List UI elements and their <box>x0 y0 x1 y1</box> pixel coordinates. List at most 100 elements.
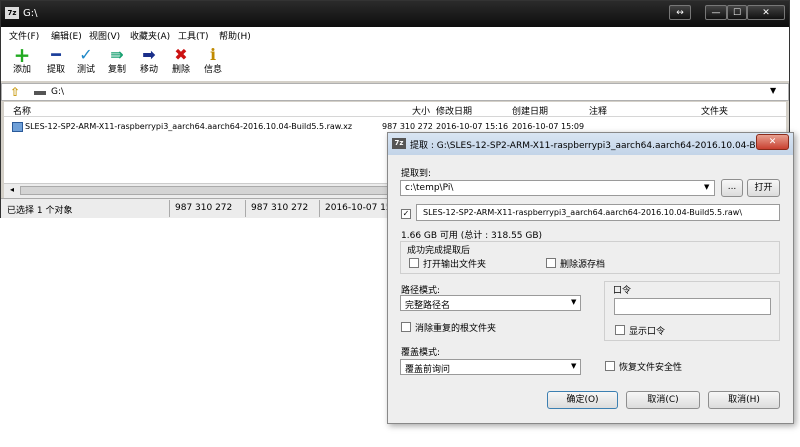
delete-source-checkbox[interactable] <box>546 258 556 268</box>
password-field[interactable] <box>614 298 771 315</box>
dialog-close-button[interactable]: ✕ <box>756 134 789 150</box>
drive-icon <box>34 91 46 95</box>
file-modified: 2016-10-07 15:16 <box>436 122 509 131</box>
up-folder-icon[interactable]: ⇧ <box>10 85 20 99</box>
minimize-button[interactable]: — <box>705 5 727 20</box>
status-selection: 已选择 1 个对象 <box>7 206 73 216</box>
open-output-checkbox[interactable] <box>409 258 419 268</box>
eliminate-dup-label: 消除重复的根文件夹 <box>415 324 497 334</box>
extract-icon: ━ <box>51 45 61 64</box>
menu-tools[interactable]: 工具(T) <box>178 29 209 42</box>
file-size: 987 310 272 <box>382 122 433 131</box>
scroll-thumb[interactable] <box>20 186 388 195</box>
column-created[interactable]: 创建日期 <box>512 104 548 117</box>
test-icon: ✓ <box>79 45 93 64</box>
address-dropdown-icon[interactable]: ▼ <box>770 86 776 95</box>
status-packed-size: 987 310 272 <box>251 203 309 213</box>
delete-source-label: 删除源存档 <box>560 260 606 270</box>
extract-button[interactable]: ━ 提取 <box>41 45 71 76</box>
file-icon <box>12 122 23 132</box>
column-folder[interactable]: 文件夹 <box>701 104 728 117</box>
file-name: SLES-12-SP2-ARM-X11-raspberrypi3_aarch64… <box>25 122 353 131</box>
extract-dialog: 7z 提取 : G:\SLES-12-SP2-ARM-X11-raspberry… <box>387 132 794 424</box>
column-size[interactable]: 大小 <box>412 104 430 117</box>
status-divider <box>319 200 320 217</box>
path-mode-select[interactable]: 完整路径名 ▼ <box>400 295 581 311</box>
restore-security-label: 恢复文件安全性 <box>619 363 683 373</box>
dialog-title: 提取 : G:\SLES-12-SP2-ARM-X11-raspberrypi3… <box>410 141 787 151</box>
help-button[interactable]: 取消(H) <box>708 391 780 409</box>
status-size: 987 310 272 <box>175 203 233 213</box>
info-button[interactable]: i 信息 <box>198 45 228 76</box>
overwrite-dropdown-icon[interactable]: ▼ <box>571 362 576 370</box>
window-title: G:\ <box>23 8 38 19</box>
info-label: 信息 <box>203 65 222 75</box>
show-password-label: 显示口令 <box>629 327 666 337</box>
after-success-label: 成功完成提取后 <box>407 246 471 256</box>
column-name[interactable]: 名称 <box>13 104 31 117</box>
space-info: 1.66 GB 可用 (总计 : 318.55 GB) <box>401 231 543 241</box>
extract-label: 提取 <box>46 65 65 75</box>
dialog-app-icon: 7z <box>392 138 406 149</box>
add-button[interactable]: + 添加 <box>7 45 37 76</box>
add-icon: + <box>13 43 31 67</box>
subfolder-checkbox[interactable]: ✓ <box>401 209 411 219</box>
copy-label: 复制 <box>107 65 126 75</box>
menu-favorites[interactable]: 收藏夹(A) <box>130 29 170 42</box>
column-modified[interactable]: 修改日期 <box>436 104 472 117</box>
delete-icon: ✖ <box>174 45 188 64</box>
password-group: 口令 显示口令 <box>604 281 780 341</box>
after-success-group: 成功完成提取后 打开输出文件夹 删除源存档 <box>400 241 780 274</box>
show-password-checkbox[interactable] <box>615 325 625 335</box>
column-comment[interactable]: 注释 <box>589 104 607 117</box>
move-icon: ➡ <box>142 45 156 64</box>
eliminate-dup-checkbox[interactable] <box>401 322 411 332</box>
delete-button[interactable]: ✖ 删除 <box>166 45 196 76</box>
path-mode-value: 完整路径名 <box>405 301 451 311</box>
extract-to-value: c:\temp\Pi\ <box>405 183 454 193</box>
ok-button[interactable]: 确定(O) <box>547 391 618 409</box>
close-button[interactable]: ✕ <box>747 5 785 20</box>
list-header: 名称 大小 修改日期 创建日期 注释 文件夹 <box>4 102 786 117</box>
menu-view[interactable]: 视图(V) <box>89 29 120 42</box>
open-output-label: 打开输出文件夹 <box>423 260 487 270</box>
test-button[interactable]: ✓ 测试 <box>71 45 101 76</box>
password-label: 口令 <box>613 286 632 296</box>
status-divider <box>169 200 170 217</box>
status-date: 2016-10-07 15: <box>325 203 395 213</box>
menu-file[interactable]: 文件(F) <box>9 29 39 42</box>
app-icon: 7z <box>5 7 19 19</box>
maximize-button[interactable]: ☐ <box>727 5 747 20</box>
open-button[interactable]: 打开 <box>747 179 780 197</box>
overwrite-select[interactable]: 覆盖前询问 ▼ <box>400 359 581 375</box>
menu-bar: 文件(F) 编辑(E) 视图(V) 收藏夹(A) 工具(T) 帮助(H) <box>1 27 789 44</box>
overwrite-value: 覆盖前询问 <box>405 365 451 375</box>
cancel-button[interactable]: 取消(C) <box>626 391 700 409</box>
overwrite-label: 覆盖模式: <box>401 348 441 358</box>
resize-button[interactable]: ↔ <box>669 5 691 20</box>
browse-button[interactable]: ... <box>721 179 743 197</box>
menu-help[interactable]: 帮助(H) <box>219 29 251 42</box>
info-icon: i <box>209 45 217 64</box>
extract-to-label: 提取到: <box>401 169 432 179</box>
copy-button[interactable]: ⇛ 复制 <box>102 45 132 76</box>
extract-to-field[interactable]: c:\temp\Pi\ ▼ <box>400 180 715 196</box>
move-button[interactable]: ➡ 移动 <box>134 45 164 76</box>
file-created: 2016-10-07 15:09 <box>512 122 585 131</box>
scroll-left-icon[interactable]: ◂ <box>10 185 14 194</box>
title-bar: 7z G:\ ↔ — ☐ ✕ <box>1 1 789 27</box>
menu-edit[interactable]: 编辑(E) <box>51 29 82 42</box>
dialog-title-bar: 7z 提取 : G:\SLES-12-SP2-ARM-X11-raspberry… <box>388 133 793 155</box>
subfolder-value: SLES-12-SP2-ARM-X11-raspberrypi3_aarch64… <box>423 208 743 217</box>
address-bar[interactable]: ⇧ G:\ ▼ <box>1 83 789 101</box>
status-divider <box>245 200 246 217</box>
add-label: 添加 <box>12 65 31 75</box>
restore-security-checkbox[interactable] <box>605 361 615 371</box>
address-path: G:\ <box>51 87 65 97</box>
subfolder-field[interactable]: SLES-12-SP2-ARM-X11-raspberrypi3_aarch64… <box>416 204 780 221</box>
toolbar: + 添加 ━ 提取 ✓ 测试 ⇛ 复制 ➡ 移动 ✖ 删除 i 信息 <box>1 43 789 81</box>
delete-label: 删除 <box>171 65 190 75</box>
path-mode-dropdown-icon[interactable]: ▼ <box>571 298 576 306</box>
extract-to-dropdown-icon[interactable]: ▼ <box>704 183 709 191</box>
copy-icon: ⇛ <box>110 45 124 64</box>
